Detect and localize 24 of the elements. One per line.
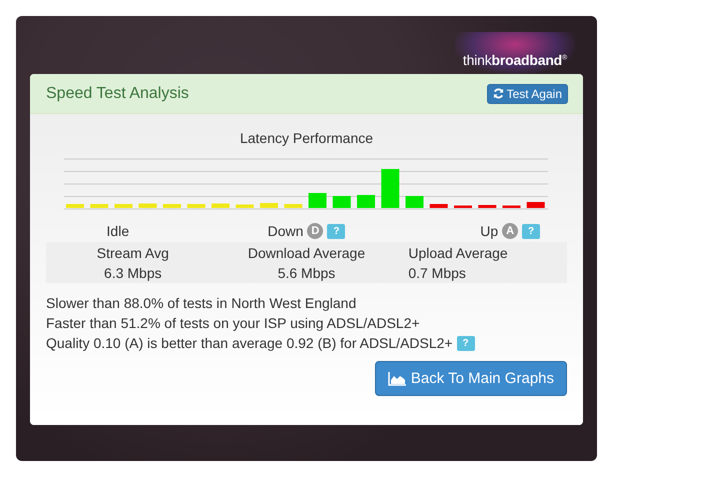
area-chart-icon	[388, 372, 406, 386]
stat-label: Upload Average	[408, 244, 508, 263]
help-button[interactable]: ?	[456, 336, 475, 350]
stat-value: 6.3 Mbps	[104, 264, 162, 283]
phase-label: Down	[268, 223, 304, 239]
stat-value: 5.6 Mbps	[278, 264, 336, 283]
refresh-icon	[492, 88, 504, 99]
phase-label: Idle	[106, 223, 130, 239]
phase-label: Up	[480, 223, 498, 239]
result-note: Slower than 88.0% of tests in North West England	[46, 294, 356, 313]
grade-badge: D	[307, 223, 324, 239]
result-note: Faster than 51.2% of tests on your ISP using ADSL/ADSL2+	[46, 314, 420, 333]
test-again-button[interactable]: Test Again	[486, 84, 568, 104]
chart-title: Latency Performance	[240, 130, 374, 146]
help-button[interactable]: ?	[522, 224, 540, 238]
help-button[interactable]: ?	[327, 224, 346, 238]
card-title: Speed Test Analysis	[46, 84, 189, 102]
stat-value: 0.7 Mbps	[408, 264, 466, 283]
grade-badge: A	[502, 223, 518, 239]
stat-label: Download Average	[248, 244, 366, 263]
stat-label: Stream Avg	[96, 244, 169, 263]
back-button[interactable]: Back To Main Graphs	[374, 361, 567, 396]
result-note: Quality 0.10 (A) is better than average 0.92 (B) for ADSL/ADSL2+	[46, 334, 453, 353]
logo: thinkbroadband$^{®}$	[454, 32, 575, 74]
